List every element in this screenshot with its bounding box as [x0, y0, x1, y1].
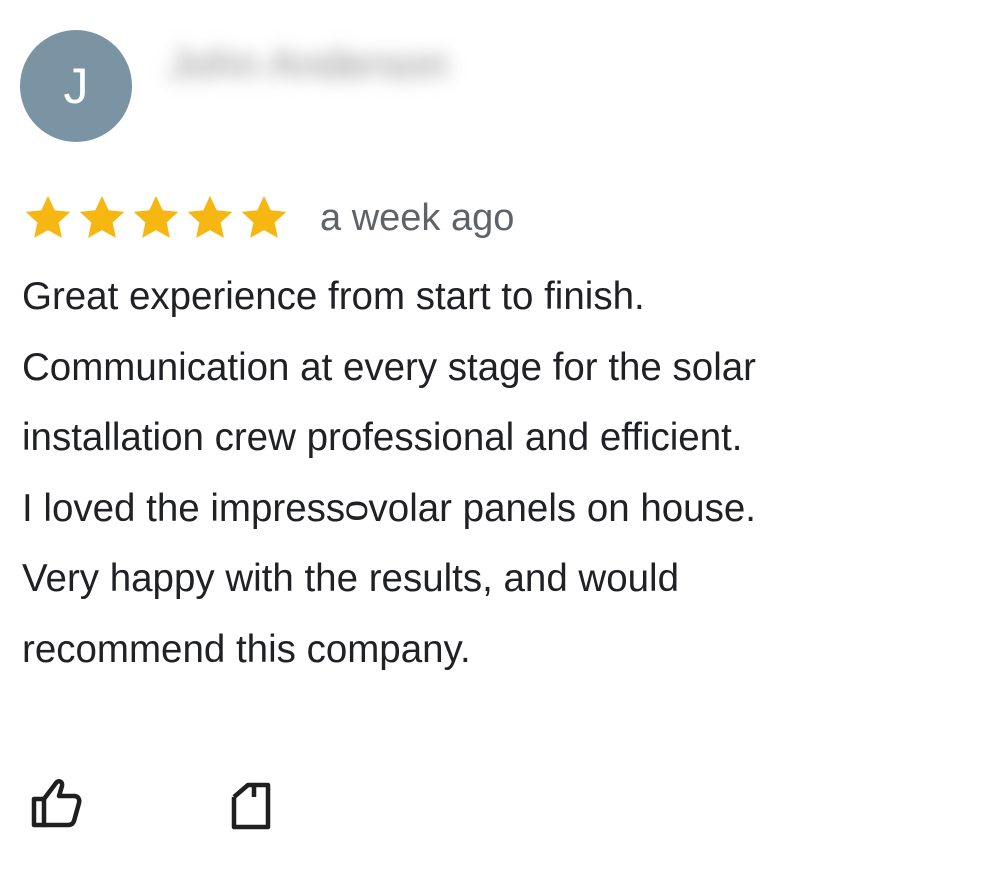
thumbs-up-icon	[31, 779, 82, 828]
review-text-line: recommend this company.	[22, 627, 471, 671]
star-icon	[133, 195, 179, 238]
review-text-line: Communication at every stage for the sol…	[22, 345, 756, 389]
avatar[interactable]: J	[20, 30, 132, 142]
author-name[interactable]: John Anderson	[168, 34, 448, 94]
star-icon	[187, 195, 233, 238]
review-card: J John Anderson a week ago Great experie…	[0, 0, 990, 888]
review-text-line: Great experience from start to finish.	[22, 275, 645, 318]
star-icon	[25, 195, 71, 238]
review-text-line: installation crew professional and effic…	[22, 416, 743, 459]
review-date: a week ago	[320, 196, 515, 239]
review-text-line: I loved the impressᴑvolar panels on hous…	[22, 486, 756, 530]
share-icon	[231, 782, 271, 830]
star-rating	[22, 192, 290, 244]
rating-row: a week ago	[22, 190, 514, 246]
share-button[interactable]	[220, 768, 280, 838]
star-icon	[241, 195, 287, 238]
star-icon	[79, 195, 125, 238]
review-text: Great experience from start to finish. C…	[22, 262, 962, 685]
like-button[interactable]	[26, 768, 86, 838]
avatar-initial: J	[63, 58, 89, 114]
review-text-line: Very happy with the results, and would	[22, 557, 680, 600]
